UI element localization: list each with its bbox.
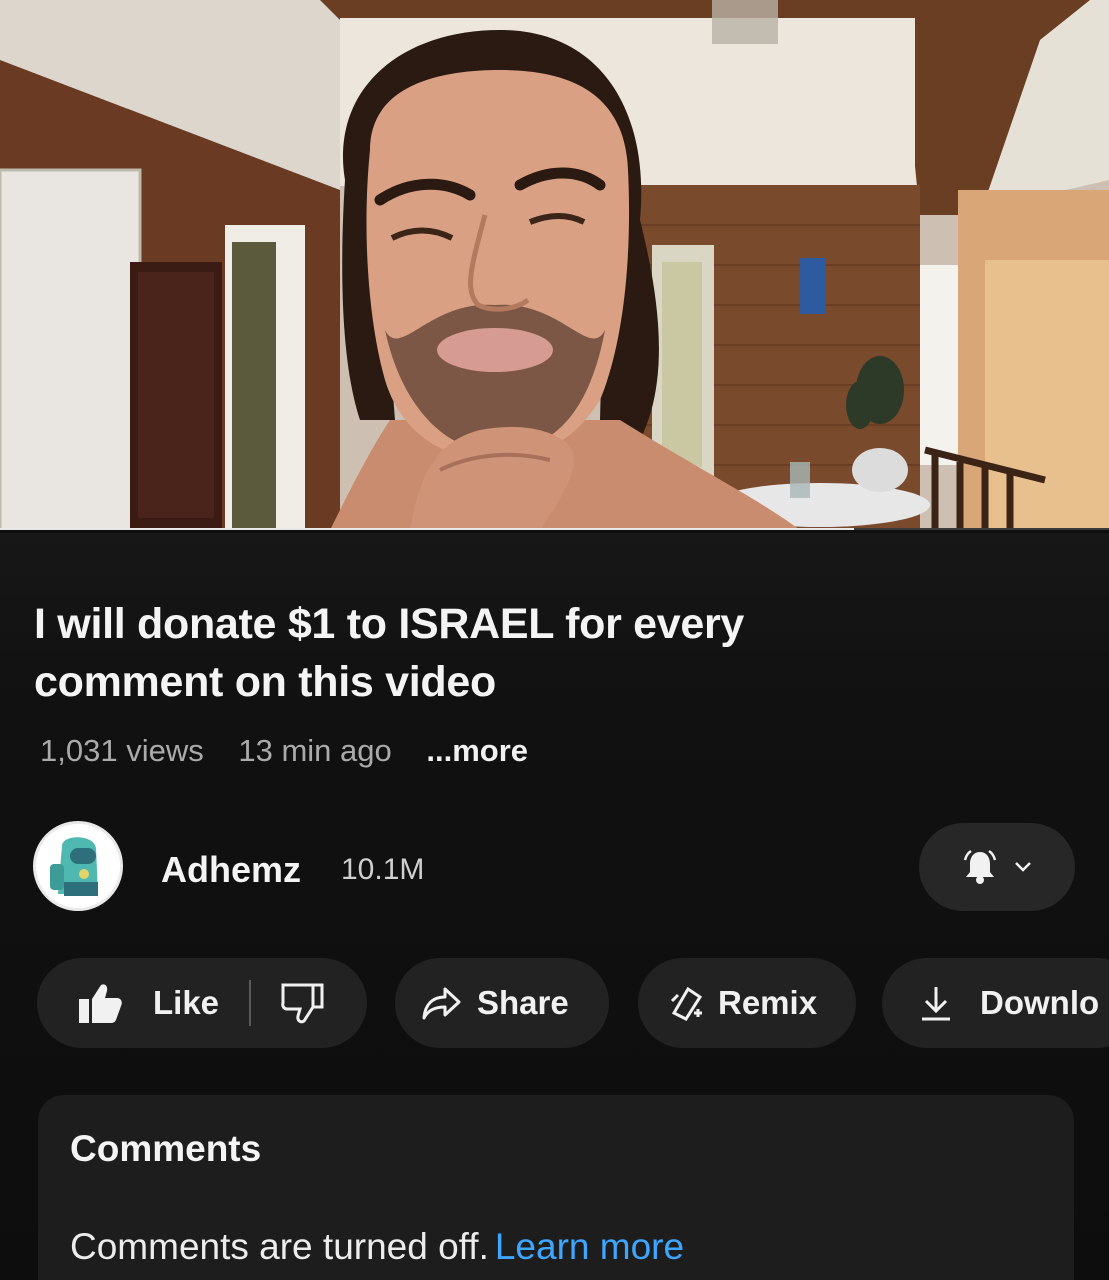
upload-age: 13 min ago bbox=[238, 733, 392, 768]
video-progress-bar[interactable] bbox=[0, 528, 1109, 530]
action-bar: Like Share Remix Downlo bbox=[37, 958, 1109, 1048]
video-title[interactable]: I will donate $1 to ISRAEL for every com… bbox=[34, 595, 934, 711]
thumbs-up-icon[interactable] bbox=[77, 981, 123, 1025]
share-arrow-icon bbox=[422, 987, 461, 1020]
more-link[interactable]: ...more bbox=[426, 733, 528, 768]
video-progress-fill bbox=[0, 528, 854, 530]
channel-row: Adhemz 10.1M bbox=[33, 821, 1093, 911]
like-label[interactable]: Like bbox=[153, 984, 219, 1022]
chevron-down-icon bbox=[1015, 862, 1031, 872]
download-button[interactable]: Downlo bbox=[882, 958, 1109, 1048]
video-frame bbox=[0, 0, 1109, 530]
channel-avatar[interactable] bbox=[33, 821, 123, 911]
like-dislike-group: Like bbox=[37, 958, 367, 1048]
video-meta[interactable]: 1,031 views 13 min ago ...more bbox=[40, 733, 528, 769]
notification-bell-button[interactable] bbox=[919, 823, 1075, 911]
comments-disabled-text: Comments are turned off. bbox=[70, 1226, 489, 1267]
remix-button[interactable]: Remix bbox=[638, 958, 856, 1048]
channel-name[interactable]: Adhemz bbox=[161, 849, 301, 891]
download-label: Downlo bbox=[980, 984, 1100, 1021]
view-count: 1,031 views bbox=[40, 733, 204, 768]
comments-section[interactable]: Comments Comments are turned off. Learn m… bbox=[38, 1095, 1074, 1280]
bell-icon bbox=[963, 849, 997, 884]
like-divider bbox=[249, 980, 252, 1026]
thumbs-down-icon[interactable] bbox=[279, 981, 325, 1025]
video-player[interactable] bbox=[0, 0, 1109, 530]
remix-icon bbox=[670, 986, 703, 1021]
subscriber-count: 10.1M bbox=[341, 853, 425, 886]
download-icon bbox=[922, 987, 950, 1021]
share-label: Share bbox=[477, 984, 569, 1021]
comments-heading: Comments bbox=[70, 1128, 262, 1169]
comments-disabled-notice: Comments are turned off. Learn more bbox=[70, 1226, 684, 1268]
video-details: I will donate $1 to ISRAEL for every com… bbox=[0, 533, 1109, 1280]
avatar-character-icon bbox=[36, 824, 120, 908]
remix-label: Remix bbox=[718, 984, 818, 1021]
share-button[interactable]: Share bbox=[395, 958, 609, 1048]
learn-more-link[interactable]: Learn more bbox=[495, 1226, 684, 1267]
